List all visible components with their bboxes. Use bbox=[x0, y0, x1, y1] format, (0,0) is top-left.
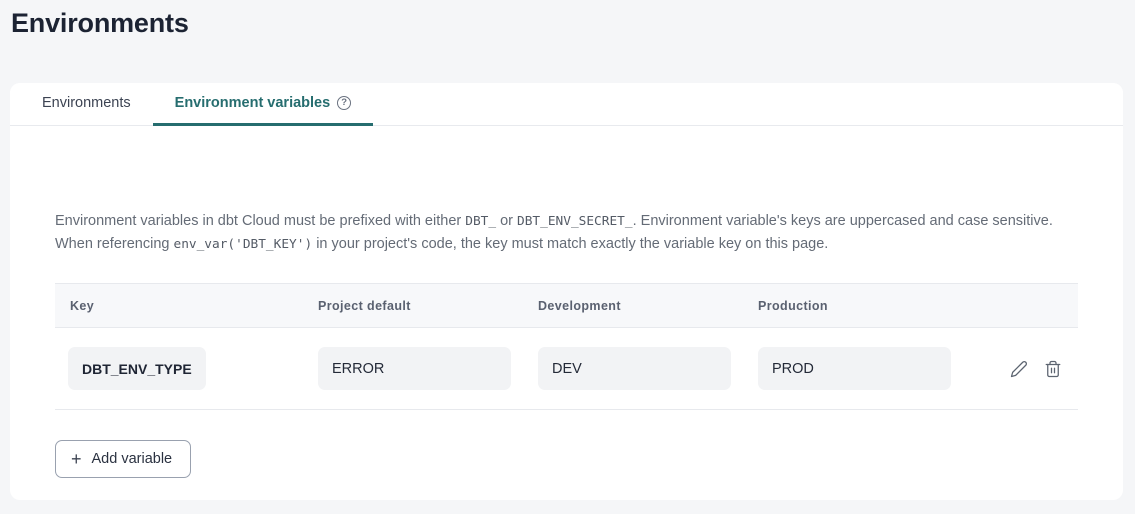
project-default-cell: ERROR bbox=[318, 347, 538, 390]
add-variable-label: Add variable bbox=[92, 451, 173, 467]
development-value-chip: DEV bbox=[538, 347, 731, 390]
tab-content: Environment variables in dbt Cloud must … bbox=[10, 126, 1123, 478]
column-header-production: Production bbox=[758, 299, 978, 313]
environments-page: Environments Environments Environment va… bbox=[0, 0, 1135, 514]
description-part: or bbox=[496, 213, 517, 229]
plus-icon: + bbox=[71, 450, 82, 468]
production-cell: PROD bbox=[758, 347, 978, 390]
variable-key-chip: DBT_ENV_TYPE bbox=[68, 347, 206, 390]
edit-variable-button[interactable] bbox=[1009, 359, 1028, 378]
production-value-chip: PROD bbox=[758, 347, 951, 390]
code-env-var-example: env_var('DBT_KEY') bbox=[173, 237, 312, 252]
column-header-development: Development bbox=[538, 299, 758, 313]
table-header-row: Key Project default Development Producti… bbox=[55, 284, 1078, 328]
row-actions bbox=[1009, 359, 1078, 378]
table-row: DBT_ENV_TYPE ERROR DEV PROD bbox=[55, 328, 1078, 410]
help-icon[interactable]: ? bbox=[337, 96, 351, 110]
description-text: Environment variables in dbt Cloud must … bbox=[55, 210, 1080, 256]
tab-environment-variables[interactable]: Environment variables ? bbox=[153, 83, 374, 126]
code-dbt-env-secret-prefix: DBT_ENV_SECRET_ bbox=[517, 214, 633, 229]
key-cell: DBT_ENV_TYPE bbox=[68, 347, 318, 390]
trash-icon bbox=[1044, 360, 1062, 378]
delete-variable-button[interactable] bbox=[1043, 359, 1062, 378]
project-default-value-chip: ERROR bbox=[318, 347, 511, 390]
column-header-key: Key bbox=[70, 299, 318, 313]
page-title: Environments bbox=[11, 8, 189, 39]
column-header-project-default: Project default bbox=[318, 299, 538, 313]
environment-variables-table: Key Project default Development Producti… bbox=[55, 283, 1078, 410]
description-part: in your project's code, the key must mat… bbox=[312, 236, 828, 252]
tab-bar: Environments Environment variables ? bbox=[10, 83, 1123, 126]
code-dbt-prefix: DBT_ bbox=[465, 214, 496, 229]
development-cell: DEV bbox=[538, 347, 758, 390]
add-variable-button[interactable]: + Add variable bbox=[55, 440, 191, 478]
tab-environment-variables-label: Environment variables bbox=[175, 95, 331, 111]
tab-environments[interactable]: Environments bbox=[20, 83, 153, 126]
description-part: Environment variables in dbt Cloud must … bbox=[55, 213, 465, 229]
environment-variables-card: Environments Environment variables ? Env… bbox=[10, 83, 1123, 500]
tab-environments-label: Environments bbox=[42, 95, 131, 111]
pencil-icon bbox=[1010, 360, 1028, 378]
